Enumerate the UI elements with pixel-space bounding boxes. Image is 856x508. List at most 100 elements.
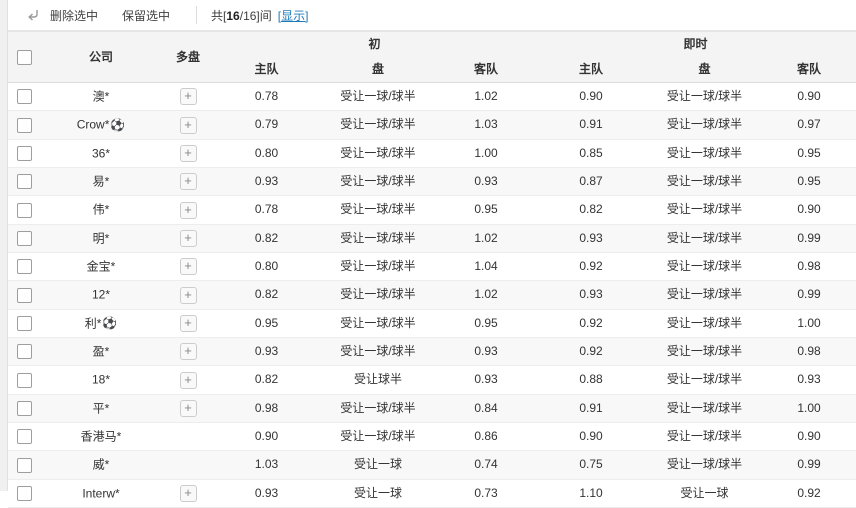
keep-selected-button[interactable]: 保留选中 [122,7,170,24]
initial-handicap: 受让一球 [319,451,437,479]
expand-odds-button[interactable]: + [180,173,197,190]
expand-odds-button[interactable]: + [180,202,197,219]
toolbar-divider [196,6,197,24]
row-checkbox[interactable] [17,259,32,274]
initial-home-odds: 0.80 [214,252,319,280]
expand-odds-button[interactable]: + [180,315,197,332]
table-row: 平* + 0.98 受让一球/球半 0.84 0.91 受让一球/球半 1.00 [8,394,856,422]
header-initial-away: 客队 [437,57,535,83]
live-home-odds: 0.85 [535,139,647,167]
row-checkbox-cell [8,83,40,111]
row-checkbox[interactable] [17,174,32,189]
row-checkbox[interactable] [17,146,32,161]
company-name: 平* [93,401,110,415]
row-checkbox[interactable] [17,231,32,246]
company-name: 12* [92,288,110,302]
live-away-odds: 0.90 [762,422,856,450]
delete-selected-button[interactable]: 删除选中 [50,7,98,24]
count-selected: 16 [226,9,239,23]
expand-odds-button[interactable]: + [180,372,197,389]
row-checkbox[interactable] [17,203,32,218]
row-checkbox[interactable] [17,344,32,359]
row-checkbox[interactable] [17,429,32,444]
row-checkbox[interactable] [17,316,32,331]
expand-odds-button[interactable]: + [180,230,197,247]
show-all-link[interactable]: [显示] [278,7,309,24]
header-initial-home: 主队 [214,57,319,83]
live-away-odds: 0.98 [762,252,856,280]
odds-table: 公司 多盘 初 即时 主队 盘 客队 主队 盘 客队 澳* + 0.78 受让一… [8,31,856,508]
live-away-odds: 0.90 [762,196,856,224]
initial-away-odds: 0.95 [437,309,535,337]
expand-odds-button[interactable]: + [180,485,197,502]
toolbar: 删除选中 保留选中 共[16/16]间 [显示] [8,0,856,31]
row-checkbox-cell [8,196,40,224]
odds-table-header: 公司 多盘 初 即时 主队 盘 客队 主队 盘 客队 [8,32,856,83]
live-home-odds: 0.90 [535,83,647,111]
live-home-odds: 0.82 [535,196,647,224]
live-home-odds: 0.92 [535,309,647,337]
initial-handicap: 受让一球/球半 [319,394,437,422]
row-checkbox-cell [8,422,40,450]
initial-home-odds: 0.79 [214,111,319,139]
initial-home-odds: 0.98 [214,394,319,422]
company-name: 18* [92,373,110,387]
expand-odds-button[interactable]: + [180,117,197,134]
company-name-cell: 18* [40,366,162,394]
multi-cell: + [162,252,214,280]
table-row: 18* + 0.82 受让球半 0.93 0.88 受让一球/球半 0.93 [8,366,856,394]
multi-cell: + [162,309,214,337]
initial-home-odds: 0.78 [214,196,319,224]
live-home-odds: 0.90 [535,422,647,450]
live-handicap: 受让一球/球半 [647,252,762,280]
multi-cell: + [162,167,214,195]
initial-away-odds: 1.02 [437,83,535,111]
live-away-odds: 0.97 [762,111,856,139]
live-away-odds: 0.99 [762,281,856,309]
header-live-home: 主队 [535,57,647,83]
company-name-cell: 明* [40,224,162,252]
multi-cell: + [162,366,214,394]
row-checkbox[interactable] [17,401,32,416]
live-handicap: 受让一球/球半 [647,394,762,422]
table-row: 利*⚽ + 0.95 受让一球/球半 0.95 0.92 受让一球/球半 1.0… [8,309,856,337]
header-company: 公司 [40,32,162,83]
row-checkbox[interactable] [17,486,32,501]
initial-home-odds: 0.90 [214,422,319,450]
company-name: 明* [93,231,110,245]
row-checkbox-cell [8,167,40,195]
expand-odds-button[interactable]: + [180,287,197,304]
expand-odds-button[interactable]: + [180,258,197,275]
initial-away-odds: 0.93 [437,337,535,365]
expand-odds-button[interactable]: + [180,88,197,105]
expand-odds-button[interactable]: + [180,400,197,417]
initial-home-odds: 0.80 [214,139,319,167]
live-home-odds: 0.87 [535,167,647,195]
expand-odds-button[interactable]: + [180,145,197,162]
initial-handicap: 受让一球 [319,479,437,507]
row-checkbox[interactable] [17,458,32,473]
company-name-cell: Crow*⚽ [40,111,162,139]
live-home-odds: 0.93 [535,224,647,252]
initial-away-odds: 0.93 [437,366,535,394]
multi-cell: + [162,83,214,111]
expand-odds-button[interactable]: + [180,343,197,360]
initial-handicap: 受让一球/球半 [319,83,437,111]
row-checkbox-cell [8,111,40,139]
live-handicap: 受让一球/球半 [647,281,762,309]
row-checkbox[interactable] [17,288,32,303]
odds-panel: 删除选中 保留选中 共[16/16]间 [显示] 公司 多盘 初 即时 主队 盘… [8,0,856,491]
header-initial-handicap: 盘 [319,57,437,83]
live-handicap: 受让一球/球半 [647,83,762,111]
select-all-checkbox[interactable] [17,50,32,65]
initial-handicap: 受让一球/球半 [319,224,437,252]
row-checkbox[interactable] [17,89,32,104]
initial-home-odds: 0.82 [214,224,319,252]
live-away-odds: 0.95 [762,139,856,167]
live-home-odds: 1.10 [535,479,647,507]
row-checkbox[interactable] [17,118,32,133]
table-row: 明* + 0.82 受让一球/球半 1.02 0.93 受让一球/球半 0.99 [8,224,856,252]
row-checkbox[interactable] [17,373,32,388]
initial-home-odds: 0.78 [214,83,319,111]
row-checkbox-cell [8,281,40,309]
